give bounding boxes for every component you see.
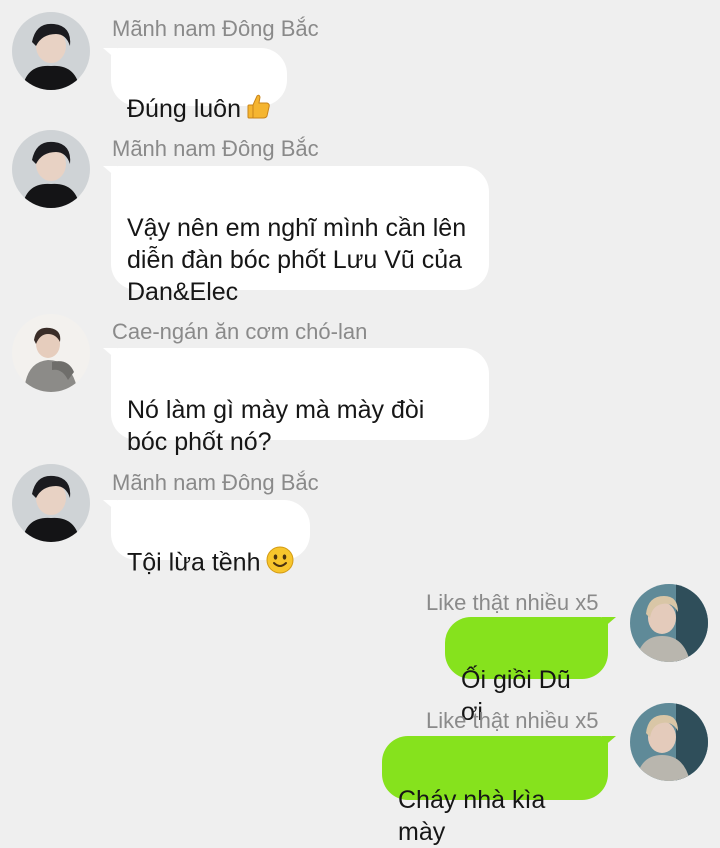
avatar-image [630, 703, 708, 781]
avatar-image [12, 464, 90, 542]
message-bubble[interactable]: Cháy nhà kìa mày [382, 736, 616, 846]
sender-name: Mãnh nam Đông Bắc [112, 470, 319, 495]
avatar-image [12, 130, 90, 208]
smiley-icon [266, 546, 294, 582]
message-bubble[interactable]: Tội lừa tềnh [102, 500, 311, 577]
message-bubble[interactable]: Đúng luôn [103, 48, 287, 123]
message-bubble[interactable]: Vậy nên em nghĩ mình cần lên diễn đàn bó… [103, 166, 489, 306]
message-text: Đúng luôn [127, 95, 241, 123]
avatar[interactable] [12, 12, 90, 90]
avatar[interactable] [630, 584, 708, 662]
sender-name: Mãnh nam Đông Bắc [112, 136, 319, 161]
sender-name: Like thật nhiều x5 [426, 708, 599, 733]
message-text: Vậy nên em nghĩ mình cần lên diễn đàn bó… [127, 214, 467, 306]
avatar[interactable] [12, 464, 90, 542]
avatar[interactable] [12, 130, 90, 208]
avatar-image [12, 314, 90, 392]
avatar-image [12, 12, 90, 90]
message-bubble[interactable]: Nó làm gì mày mà mày đòi bóc phốt nó? [103, 348, 489, 456]
message-bubble[interactable]: Ối giồi Dũ ơi [445, 617, 616, 726]
avatar-image [630, 584, 708, 662]
message-text: Tội lừa tềnh [127, 548, 261, 577]
avatar[interactable] [630, 703, 708, 781]
thumbs-up-icon [247, 93, 271, 127]
sender-name: Like thật nhiều x5 [426, 590, 599, 615]
message-text: Nó làm gì mày mà mày đòi bóc phốt nó? [127, 396, 425, 456]
sender-name: Mãnh nam Đông Bắc [112, 16, 319, 41]
message-text: Cháy nhà kìa mày [398, 786, 546, 846]
sender-name: Cae-ngán ăn cơm chó-lan [112, 319, 368, 344]
avatar[interactable] [12, 314, 90, 392]
